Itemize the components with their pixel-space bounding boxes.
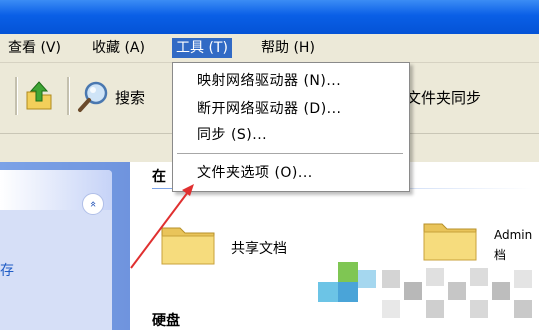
tools-dropdown-menu: 映射网络驱动器 (N)... 断开网络驱动器 (D)... 同步 (S)... … xyxy=(172,62,410,192)
task-pane-text[interactable]: 存 xyxy=(0,260,14,280)
collapse-chevron-icon[interactable]: « xyxy=(82,193,104,215)
section-heading: 硬盘 xyxy=(152,313,180,329)
group-header: 在 xyxy=(152,169,166,185)
search-icon[interactable] xyxy=(76,80,110,114)
menu-help[interactable]: 帮助 (H) xyxy=(257,38,319,58)
menu-item-synchronize[interactable]: 同步 (S)... xyxy=(197,125,267,145)
menu-item-folder-options[interactable]: 文件夹选项 (O)... xyxy=(197,163,313,183)
search-button-label[interactable]: 搜索 xyxy=(115,87,145,108)
menu-item-disconnect-network-drive[interactable]: 断开网络驱动器 (D)... xyxy=(197,99,342,119)
folder-label[interactable]: 共享文档 xyxy=(231,238,287,258)
menu-favorites[interactable]: 收藏 (A) xyxy=(88,38,149,58)
up-folder-icon[interactable] xyxy=(24,80,54,112)
window-title-bar xyxy=(0,0,539,34)
menu-view[interactable]: 查看 (V) xyxy=(4,38,65,58)
folder-label[interactable]: 档 xyxy=(494,246,506,263)
shared-folder-icon[interactable] xyxy=(160,220,216,266)
folder-label[interactable]: Admin xyxy=(494,228,532,242)
toolbar-separator xyxy=(67,77,70,115)
menu-item-map-network-drive[interactable]: 映射网络驱动器 (N)... xyxy=(197,71,341,91)
folder-sync-label[interactable]: 文件夹同步 xyxy=(406,87,481,108)
menu-bar: 查看 (V) 收藏 (A) 工具 (T) 帮助 (H) xyxy=(0,34,539,63)
task-panel: « xyxy=(0,170,112,330)
admin-folder-icon[interactable] xyxy=(422,216,478,262)
menu-separator xyxy=(177,153,403,155)
menu-tools[interactable]: 工具 (T) xyxy=(172,38,232,58)
toolbar-separator xyxy=(15,77,18,115)
task-pane: « 存 xyxy=(0,162,130,330)
